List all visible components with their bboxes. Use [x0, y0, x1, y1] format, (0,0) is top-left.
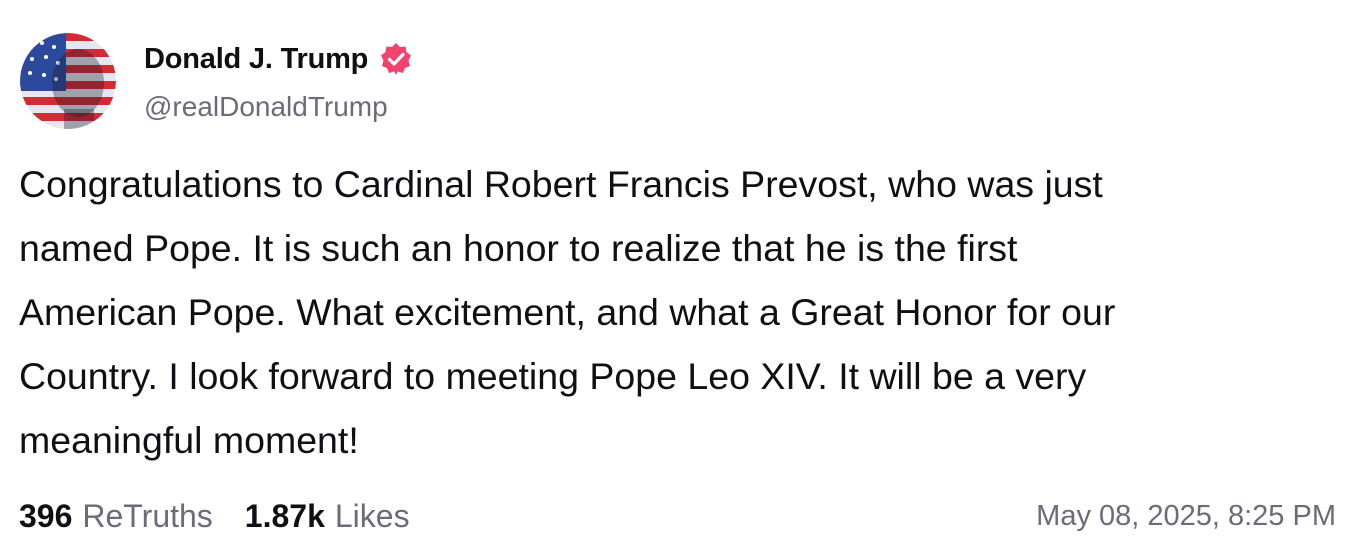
likes-label: Likes: [334, 497, 410, 534]
name-row: Donald J. Trump: [144, 41, 414, 77]
author-handle[interactable]: @realDonaldTrump: [144, 91, 414, 123]
post-text-line: Congratulations to Cardinal Robert Franc…: [19, 163, 1103, 205]
post-card: Donald J. Trump @realDonaldTrump Congrat…: [0, 0, 1360, 551]
avatar[interactable]: [20, 33, 116, 129]
post-header: Donald J. Trump @realDonaldTrump: [20, 33, 414, 129]
likes-count: 1.87k: [244, 497, 325, 534]
retruths-count: 396: [19, 497, 73, 534]
post-text-line: American Pope. What excitement, and what…: [19, 291, 1116, 333]
verified-badge-icon: [378, 41, 414, 77]
post-text-line: named Pope. It is such an honor to reali…: [19, 227, 1018, 269]
post-timestamp[interactable]: May 08, 2025, 8:25 PM: [1036, 500, 1336, 533]
likes-stat[interactable]: 1.87k Likes: [245, 498, 410, 535]
author-display-name[interactable]: Donald J. Trump: [144, 43, 368, 76]
post-footer: 396 ReTruths 1.87k Likes May 08, 2025, 8…: [19, 494, 1336, 538]
post-body: Congratulations to Cardinal Robert Franc…: [19, 152, 1339, 472]
retruths-label: ReTruths: [82, 497, 213, 534]
post-text-line: meaningful moment!: [19, 419, 359, 461]
post-text-line: Country. I look forward to meeting Pope …: [19, 355, 1087, 397]
flag-portrait-avatar-icon: [20, 33, 116, 129]
retruths-stat[interactable]: 396 ReTruths: [19, 498, 213, 535]
author-info: Donald J. Trump @realDonaldTrump: [144, 41, 414, 123]
